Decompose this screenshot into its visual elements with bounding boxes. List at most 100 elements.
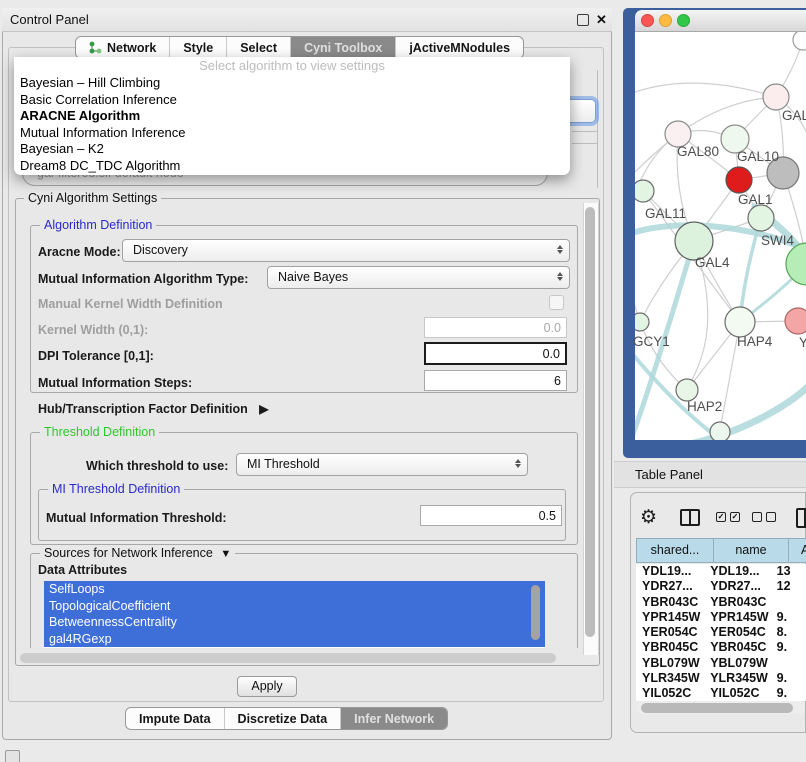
tab-network[interactable]: Network [76,37,169,58]
tab-style[interactable]: Style [169,37,226,58]
dropdown-item-dream8[interactable]: Dream8 DC_TDC Algorithm [14,158,570,175]
dropdown-item-bayesian-k2[interactable]: Bayesian – K2 [14,141,570,158]
threshold-definition-title: Threshold Definition [40,425,159,439]
node-label-gal11: GAL11 [645,206,686,221]
close-window-icon[interactable] [641,14,654,27]
dpi-tolerance-input[interactable]: 0.0 [424,342,567,365]
screen: Control Panel ✕ Network Style Select Cyn… [0,0,806,762]
aracne-mode-select[interactable]: Discovery [122,239,570,262]
table-row[interactable]: YDL19...YDL19...13 [636,564,806,579]
dropdown-placeholder: Select algorithm to view settings [14,57,570,75]
control-panel-tabs: Network Style Select Cyni Toolbox jActiv… [75,36,524,59]
tab-impute-data[interactable]: Impute Data [126,708,224,729]
dropdown-item-mutual-information[interactable]: Mutual Information Inference [14,125,570,142]
mi-steps-input[interactable]: 6 [424,370,567,391]
stepper-arrows-icon [557,271,563,282]
node-label-gal: GAL [782,108,806,123]
which-threshold-select[interactable]: MI Threshold [236,453,528,476]
float-panel-icon[interactable] [577,14,589,26]
tab-jactivemnodules[interactable]: jActiveMNodules [395,37,523,58]
table-row[interactable]: YLR345WYLR345W9. [636,671,806,686]
node-label-gal4: GAL4 [695,255,730,270]
tab-infer-network[interactable]: Infer Network [340,708,447,729]
close-panel-icon[interactable]: ✕ [596,13,607,26]
groupbox-border-remnant [597,70,598,188]
node-hap4[interactable] [725,307,755,337]
mi-threshold-label: Mutual Information Threshold: [46,511,227,525]
sources-group-title[interactable]: Sources for Network Inference ▼ [40,546,235,560]
groupbox-border-remnant [572,131,597,132]
select-all-checkboxes-icon[interactable]: ✓✓ [716,512,740,522]
list-item-topologicalcoefficient[interactable]: TopologicalCoefficient [44,598,545,615]
settings-horizontal-scrollbar-thumb[interactable] [20,653,556,663]
table-body: YDL19...YDL19...13 YDR27...YDR27...12 YB… [636,564,806,701]
node-partial-bottom[interactable] [710,422,730,440]
node-gal11[interactable] [635,180,654,202]
column-header-name[interactable]: name [713,538,789,563]
hub-definition-toggle[interactable]: Hub/Transcription Factor Definition ▶ [38,402,268,416]
stepper-arrows-icon [557,244,563,255]
mi-threshold-group-title: MI Threshold Definition [48,482,184,496]
node-gcy1[interactable] [635,313,649,331]
node-label-gal80: GAL80 [677,144,719,159]
data-attributes-label: Data Attributes [38,563,127,577]
table-row[interactable]: YER054CYER054C8. [636,625,806,640]
list-item-gal4rgexp[interactable]: gal4RGexp [44,631,545,648]
table-horizontal-scrollbar-thumb[interactable] [641,703,793,713]
node-label-hap2: HAP2 [687,399,722,414]
table-panel-titlebar: Table Panel [614,461,806,488]
mi-type-select[interactable]: Naive Bayes [267,266,570,289]
kernel-width-input[interactable]: 0.0 [424,317,567,338]
zoom-window-icon[interactable] [677,14,690,27]
partial-toolbar-icon[interactable] [796,508,806,528]
table-row[interactable]: YBR043CYBR043C [636,595,806,610]
groupbox-border-remnant [572,143,597,144]
dpi-tolerance-label: DPI Tolerance [0,1]: [38,349,154,363]
manual-kernel-checkbox[interactable] [549,295,564,310]
bottom-tabs: Impute Data Discretize Data Infer Networ… [125,707,448,730]
tab-cyni-toolbox[interactable]: Cyni Toolbox [290,37,395,58]
tab-select[interactable]: Select [226,37,290,58]
node-unlabeled[interactable] [793,32,806,50]
table-row[interactable]: YIL052CYIL052C9. [636,686,806,701]
deselect-all-checkboxes-icon[interactable] [752,512,776,522]
mi-type-label: Mutual Information Algorithm Type: [38,272,248,286]
node-gal1[interactable] [748,205,774,231]
dropdown-item-bayesian-hill[interactable]: Bayesian – Hill Climbing [14,75,570,92]
table-panel-title: Table Panel [635,467,703,482]
table-row[interactable]: YBL079WYBL079W [636,656,806,671]
tab-discretize-data[interactable]: Discretize Data [224,708,341,729]
column-header-shared-name[interactable]: shared... [636,538,714,563]
node-salmon[interactable] [785,308,806,334]
table-row[interactable]: YPR145WYPR145W9. [636,610,806,625]
minimized-panel-icon[interactable] [5,750,20,762]
node-label-gal10: GAL10 [737,149,779,164]
node-label-gal1: GAL1 [738,192,773,207]
network-icon [89,41,102,54]
node-swi4[interactable] [786,243,806,285]
mi-threshold-input[interactable]: 0.5 [420,505,562,526]
list-scrollbar-thumb[interactable] [531,585,540,640]
list-item-betweennesscentrality[interactable]: BetweennessCentrality [44,614,545,631]
minimize-window-icon[interactable] [659,14,672,27]
gear-icon[interactable]: ⚙ [640,508,657,527]
settings-vertical-scrollbar-thumb[interactable] [585,207,595,637]
node-red[interactable] [726,167,752,193]
which-threshold-label: Which threshold to use: [86,459,228,473]
data-attributes-list: SelfLoops TopologicalCoefficient Between… [44,581,545,648]
apply-button[interactable]: Apply [237,676,297,697]
algorithm-definition-title: Algorithm Definition [40,218,156,232]
node-hap2[interactable] [676,379,698,401]
dropdown-item-aracne[interactable]: ARACNE Algorithm [14,108,570,125]
expanded-arrow-icon: ▼ [220,548,231,560]
control-panel-title: Control Panel [10,12,89,27]
columns-icon[interactable] [680,509,700,526]
node-label-gcy1: GCY1 [633,334,670,349]
table-row[interactable]: YBR045CYBR045C9. [636,640,806,655]
table-row[interactable]: YDR27...YDR27...12 [636,579,806,594]
node-gal-partial[interactable] [763,84,789,110]
dropdown-item-basic-correlation[interactable]: Basic Correlation Inference [14,92,570,109]
list-item-selfloops[interactable]: SelfLoops [44,581,545,598]
column-header-partial[interactable]: A [788,538,806,563]
stepper-arrows-icon [515,458,521,469]
